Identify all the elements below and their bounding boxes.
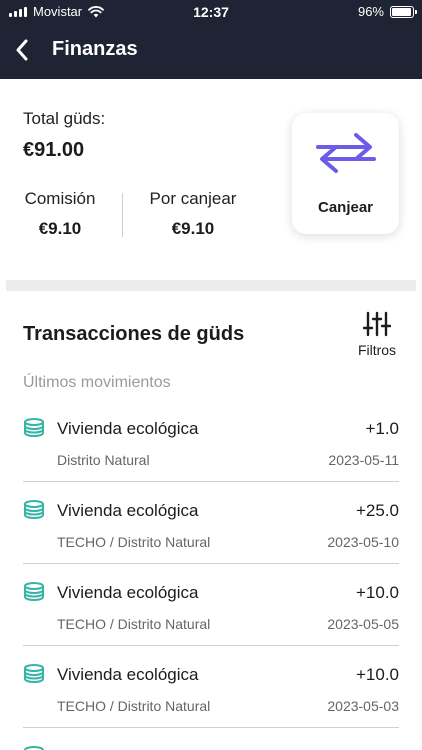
redeem-label: Canjear bbox=[317, 199, 374, 216]
transaction-subtitle: TECHO / Distrito Natural bbox=[57, 534, 211, 550]
filters-label: Filtros bbox=[357, 342, 397, 358]
transactions-title: Transacciones de güds bbox=[23, 323, 245, 345]
recent-movements-label: Últimos movimientos bbox=[23, 374, 171, 391]
transaction-row[interactable]: Vivienda ecológica +25.0 TECHO / Distrit… bbox=[0, 482, 422, 564]
sliders-icon bbox=[363, 311, 391, 337]
transaction-row[interactable]: Vivienda ecológica +10.0 TECHO / Distrit… bbox=[0, 646, 422, 728]
filters-button[interactable]: Filtros bbox=[352, 311, 402, 359]
page-title: Finanzas bbox=[52, 38, 138, 60]
transaction-amount: +10.0 bbox=[355, 583, 399, 602]
commission-value: €9.10 bbox=[38, 219, 82, 238]
transaction-name: Vivienda ecológica bbox=[57, 665, 199, 684]
coins-icon bbox=[24, 664, 44, 683]
transaction-date: 2023-05-11 bbox=[328, 452, 399, 468]
pending-stat: Por canjear €9.10 bbox=[148, 189, 238, 239]
pending-label: Por canjear bbox=[149, 189, 237, 208]
battery-percent: 96% bbox=[357, 4, 384, 19]
coins-icon bbox=[24, 418, 44, 437]
transaction-name: Vivienda ecológica bbox=[57, 501, 199, 520]
commission-stat: Comisión €9.10 bbox=[23, 189, 97, 239]
commission-label: Comisión bbox=[24, 189, 96, 208]
transaction-subtitle: Distrito Natural bbox=[57, 452, 150, 468]
transaction-subtitle: TECHO / Distrito Natural bbox=[57, 616, 211, 632]
transaction-amount: +1.0 bbox=[365, 419, 399, 438]
transaction-row-partial[interactable] bbox=[0, 728, 422, 750]
battery-fill bbox=[392, 7, 412, 16]
back-button[interactable] bbox=[6, 34, 38, 66]
section-separator bbox=[6, 280, 416, 291]
status-bar: Movistar 12:37 96% bbox=[0, 0, 422, 24]
total-value: €91.00 bbox=[23, 139, 85, 161]
transaction-date: 2023-05-10 bbox=[327, 534, 399, 550]
transaction-name: Vivienda ecológica bbox=[57, 419, 199, 438]
transaction-subtitle: TECHO / Distrito Natural bbox=[57, 698, 211, 714]
total-label: Total güds: bbox=[23, 109, 106, 128]
transaction-date: 2023-05-03 bbox=[327, 698, 399, 714]
transaction-amount: +25.0 bbox=[355, 501, 399, 520]
battery-icon bbox=[390, 5, 417, 18]
transaction-amount: +10.0 bbox=[355, 665, 399, 684]
transaction-date: 2023-05-05 bbox=[327, 616, 399, 632]
coins-icon bbox=[24, 582, 44, 601]
transaction-row[interactable]: Vivienda ecológica +1.0 Distrito Natural… bbox=[0, 400, 422, 482]
nav-bar: Finanzas bbox=[0, 24, 422, 79]
exchange-arrows-icon bbox=[316, 133, 376, 173]
chevron-left-icon bbox=[16, 39, 28, 61]
transaction-name: Vivienda ecológica bbox=[57, 583, 199, 602]
coins-icon bbox=[24, 746, 44, 750]
app-header: Movistar 12:37 96% Finanzas bbox=[0, 0, 422, 79]
status-right: 96% bbox=[357, 4, 417, 19]
balance-summary: Total güds: €91.00 Comisión €9.10 Por ca… bbox=[0, 79, 422, 279]
coins-icon bbox=[24, 500, 44, 519]
transaction-row[interactable]: Vivienda ecológica +10.0 TECHO / Distrit… bbox=[0, 564, 422, 646]
pending-value: €9.10 bbox=[171, 219, 215, 238]
redeem-button[interactable]: Canjear bbox=[292, 113, 399, 234]
stat-divider bbox=[122, 193, 123, 237]
